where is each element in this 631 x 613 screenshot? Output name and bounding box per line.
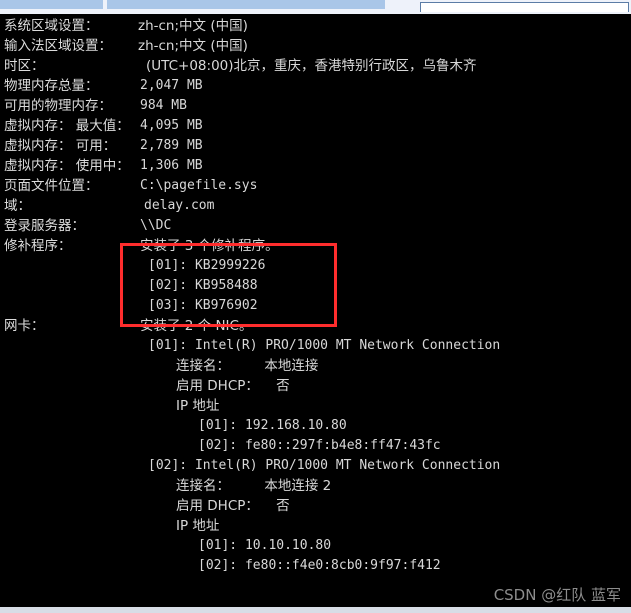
console-output: 系统区域设置： zh-cn;中文 (中国) 输入法区域设置： zh-cn;中文 (中国… (0, 14, 631, 599)
console-row: [01]: Intel(R) PRO/1000 MT Network Conne… (0, 336, 631, 356)
console-row-value: 安装了 3 个修补程序。 (140, 238, 279, 254)
console-row: IP 地址 (0, 516, 631, 536)
console-row-label: 输入法区域设置： (4, 38, 112, 54)
console-row: 启用 DHCP： 否 (0, 376, 631, 396)
console-row: 虚拟内存： 可用： 2,789 MB (0, 136, 631, 156)
console-row-value: [02]: Intel(R) PRO/1000 MT Network Conne… (148, 458, 501, 473)
console-row: [02]: KB958488 (0, 276, 631, 296)
console-row: IP 地址 (0, 396, 631, 416)
console-row-value: 启用 DHCP： 否 (176, 498, 290, 514)
console-row-label: 页面文件位置： (4, 178, 99, 194)
console-row-value: 连接名： 本地连接 (176, 358, 319, 374)
console-row-label: 修补程序： (4, 238, 72, 254)
console-row-value: 2,047 MB (140, 78, 203, 93)
console-row-label: 虚拟内存： 使用中： (4, 158, 130, 174)
console-row: [01]: 10.10.10.80 (0, 536, 631, 556)
console-row-value: [01]: Intel(R) PRO/1000 MT Network Conne… (148, 338, 501, 353)
console-row-value: [02]: fe80::297f:b4e8:ff47:43fc (198, 438, 441, 453)
console-row-value: IP 地址 (176, 518, 220, 534)
screenshot-root: 系统区域设置： zh-cn;中文 (中国) 输入法区域设置： zh-cn;中文 (中国… (0, 0, 631, 613)
console-row: 物理内存总量： 2,047 MB (0, 76, 631, 96)
console-row: 修补程序： 安装了 3 个修补程序。 (0, 236, 631, 256)
console-row: 连接名： 本地连接 2 (0, 476, 631, 496)
csdn-watermark: CSDN @红队 蓝军 (493, 586, 621, 604)
console-row: 域： delay.com (0, 196, 631, 216)
console-row: 页面文件位置： C:\pagefile.sys (0, 176, 631, 196)
right-panel-fragment[interactable] (420, 2, 629, 12)
console-row-value: 4,095 MB (140, 118, 203, 133)
console-row-value: 启用 DHCP： 否 (176, 378, 290, 394)
top-chrome-strip (0, 0, 631, 14)
console-row: [03]: KB976902 (0, 296, 631, 316)
console-row-value: [03]: KB976902 (148, 298, 258, 313)
console-row-value: 2,789 MB (140, 138, 203, 153)
console-row-value: IP 地址 (176, 398, 220, 414)
console-row-value: [02]: KB958488 (148, 278, 258, 293)
console-row-value: \\DC (140, 218, 172, 233)
console-row-value: 1,306 MB (140, 158, 203, 173)
console-row-label: 虚拟内存： 可用： (4, 138, 117, 154)
console-row: 输入法区域设置： zh-cn;中文 (中国) (0, 36, 631, 56)
console-row-label: 域： (4, 198, 31, 214)
console-row: 可用的物理内存： 984 MB (0, 96, 631, 116)
console-row-value: zh-cn;中文 (中国) (138, 38, 248, 54)
console-row-value: [01]: KB2999226 (148, 258, 266, 273)
console-row-value: delay.com (144, 198, 215, 213)
console-row-value: 安装了 2 个 NIC。 (140, 318, 253, 334)
console-row-value: [02]: fe80::f4e0:8cb0:9f97:f412 (198, 558, 441, 573)
console-row-label: 虚拟内存： 最大值： (4, 118, 130, 134)
console-row: 系统区域设置： zh-cn;中文 (中国) (0, 16, 631, 36)
console-row: 启用 DHCP： 否 (0, 496, 631, 516)
console-row-label: 物理内存总量： (4, 78, 99, 94)
console-row: 网卡： 安装了 2 个 NIC。 (0, 316, 631, 336)
console-row-value: (UTC+08:00)北京，重庆，香港特别行政区，乌鲁木齐 (146, 58, 477, 74)
console-row-label: 可用的物理内存： (4, 98, 112, 114)
console-row-label: 时区： (4, 58, 45, 74)
console-row: [02]: fe80::297f:b4e8:ff47:43fc (0, 436, 631, 456)
console-row: [01]: 192.168.10.80 (0, 416, 631, 436)
console-row-value: [01]: 192.168.10.80 (198, 418, 347, 433)
console-row-value: [01]: 10.10.10.80 (198, 538, 332, 553)
console-row-value: 984 MB (140, 98, 187, 113)
console-row-value: 连接名： 本地连接 2 (176, 478, 332, 494)
console-row-label: 系统区域设置： (4, 18, 99, 34)
console-row: [02]: fe80::f4e0:8cb0:9f97:f412 (0, 556, 631, 576)
console-row: [02]: Intel(R) PRO/1000 MT Network Conne… (0, 456, 631, 476)
console-row-label: 网卡： (4, 318, 45, 334)
console-row: 时区： (UTC+08:00)北京，重庆，香港特别行政区，乌鲁木齐 (0, 56, 631, 76)
console-row: 登录服务器： \\DC (0, 216, 631, 236)
console-row-value: C:\pagefile.sys (140, 178, 258, 193)
console-row: [01]: KB2999226 (0, 256, 631, 276)
bottom-chrome-strip (0, 607, 631, 613)
console-row: 连接名： 本地连接 (0, 356, 631, 376)
console-row-value: zh-cn;中文 (中国) (138, 18, 248, 34)
console-row-label: 登录服务器： (4, 218, 85, 234)
console-row: 虚拟内存： 使用中： 1,306 MB (0, 156, 631, 176)
console-row: 虚拟内存： 最大值： 4,095 MB (0, 116, 631, 136)
